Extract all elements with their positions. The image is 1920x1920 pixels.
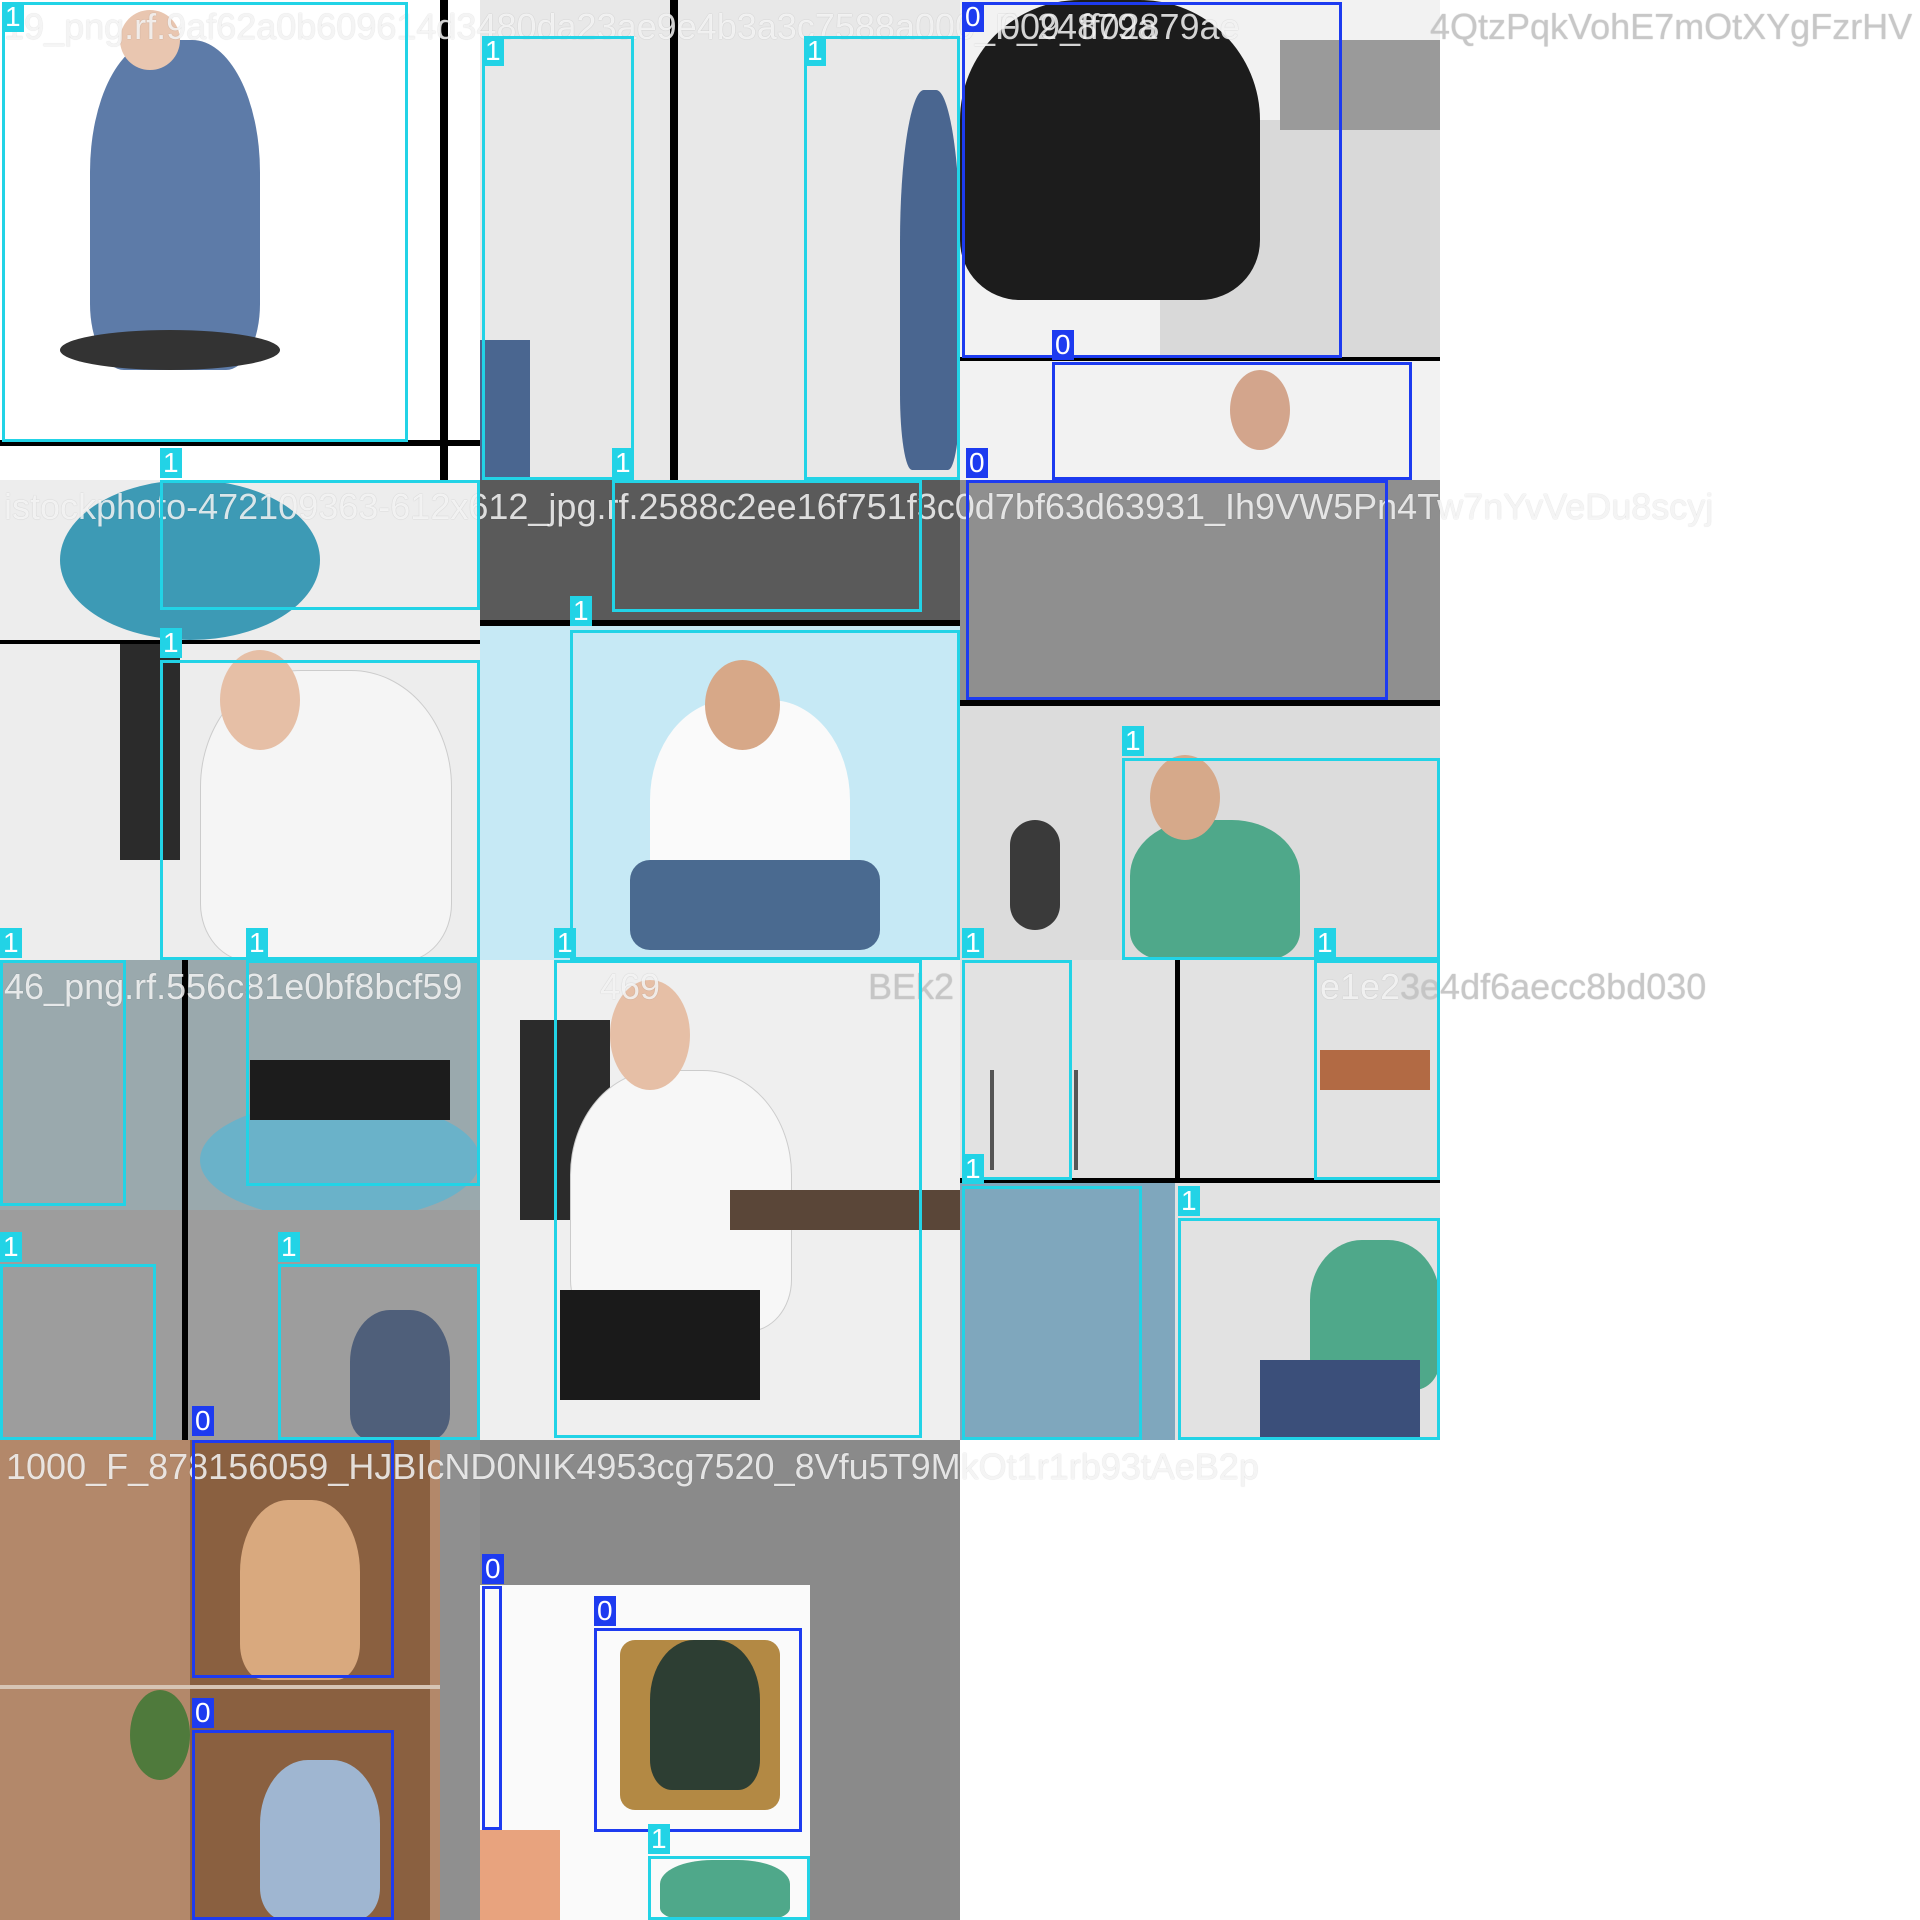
gray-border [440, 1440, 480, 1920]
class-label: 0 [966, 448, 988, 478]
detection-box [962, 1186, 1142, 1440]
detection-box [482, 1586, 502, 1830]
detection-box [648, 1856, 810, 1920]
detection-box [192, 1440, 394, 1678]
tile-divider [182, 960, 188, 1210]
detection-box [2, 2, 408, 442]
detection-box [0, 1264, 156, 1440]
chair-back [1010, 820, 1060, 930]
class-label: 0 [962, 2, 984, 32]
detection-box [554, 960, 922, 1438]
class-label: 1 [570, 596, 592, 626]
detection-box [278, 1264, 480, 1440]
detection-box [1052, 362, 1412, 480]
class-label: 1 [962, 928, 984, 958]
class-label: 1 [1122, 726, 1144, 756]
class-label: 1 [246, 928, 268, 958]
detection-box [570, 630, 960, 960]
detection-box [0, 960, 126, 1206]
peach-corner [480, 1830, 560, 1920]
tile-divider [440, 0, 448, 480]
detection-box [1314, 960, 1440, 1180]
class-label: 1 [962, 1154, 984, 1184]
plant [130, 1690, 190, 1780]
detection-box [962, 960, 1072, 1180]
tile-divider [182, 1210, 188, 1440]
class-label: 1 [1314, 928, 1336, 958]
tile-divider [480, 620, 960, 626]
detection-box [612, 480, 922, 612]
detection-box [966, 480, 1388, 700]
detection-box [1122, 758, 1440, 960]
class-label: 1 [804, 36, 826, 66]
detection-box [804, 36, 960, 480]
class-label: 1 [160, 448, 182, 478]
detection-box [1178, 1218, 1440, 1440]
class-label: 1 [1178, 1186, 1200, 1216]
class-label: 0 [594, 1596, 616, 1626]
class-label: 1 [278, 1232, 300, 1262]
detection-box [192, 1730, 394, 1920]
class-label: 0 [482, 1554, 504, 1584]
tile-divider [0, 640, 480, 644]
detection-box [160, 480, 480, 610]
image-filename: 4QtzPqkVohE7mOtXYgFzrHV [1430, 6, 1913, 47]
class-label: 1 [648, 1824, 670, 1854]
class-label: 0 [1052, 330, 1074, 360]
class-label: 0 [192, 1698, 214, 1728]
image-filename: 3e4df6aecc8bd030 [1400, 966, 1707, 1007]
detection-box [594, 1628, 802, 1832]
tile-divider [960, 700, 1440, 706]
detection-box [962, 2, 1342, 358]
class-label: 1 [0, 928, 22, 958]
class-label: 1 [2, 2, 24, 32]
class-label: 1 [0, 1232, 22, 1262]
detection-box [160, 660, 480, 960]
tile-divider [1175, 960, 1180, 1180]
class-label: 1 [612, 448, 634, 478]
class-label: 1 [160, 628, 182, 658]
class-label: 1 [554, 928, 576, 958]
class-label: 0 [192, 1406, 214, 1436]
detection-box [482, 36, 634, 480]
tile-divider [0, 1685, 440, 1689]
detection-box [246, 960, 480, 1186]
tile-divider [670, 0, 678, 480]
class-label: 1 [482, 36, 504, 66]
